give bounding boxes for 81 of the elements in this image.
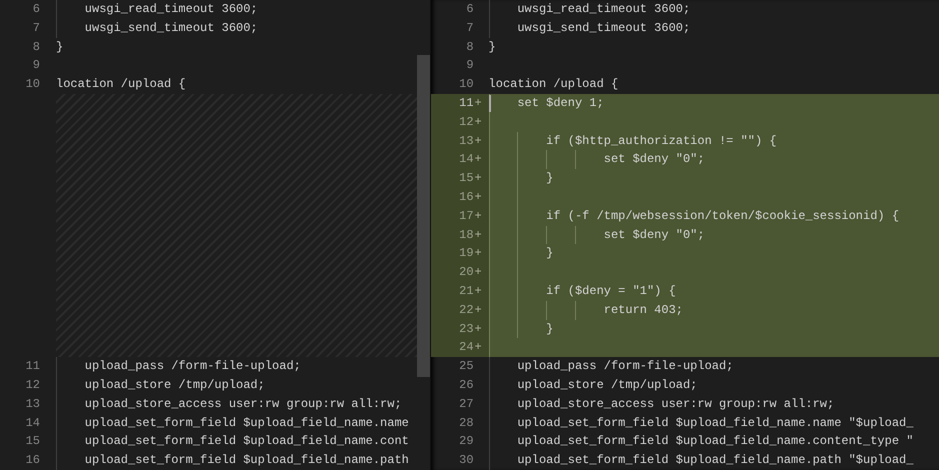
line-number: 16 [24, 452, 41, 470]
code-line: location /upload { [56, 77, 186, 92]
line-number: 6 [32, 1, 41, 18]
code-line: upload_store /tmp/upload; [84, 378, 265, 392]
code-line: if (-f /tmp/websession/token/$cookie_sessionid) { [545, 208, 900, 223]
code-line: upload_store_access user:rw group:rw all:rw; [84, 396, 402, 411]
line-number: 13 [24, 396, 41, 413]
line-number: 9 [32, 57, 41, 74]
code-line: upload_set_form_field $upload_field_name.name [84, 416, 409, 430]
line-number: 17 [458, 208, 474, 225]
added-marker: + [474, 94, 483, 112]
line-number: 23 [458, 320, 474, 338]
code-line: } [545, 246, 554, 260]
code-line: uwsgi_send_timeout 3600; [516, 20, 690, 35]
added-marker: + [474, 151, 483, 168]
code-line: } [545, 171, 554, 186]
added-marker: + [474, 245, 483, 262]
line-number: 7 [465, 20, 474, 37]
code-line: upload_set_form_field $upload_field_name.path [84, 453, 409, 468]
line-number: 27 [458, 396, 474, 413]
line-number: 11 [458, 94, 474, 112]
added-marker: + [474, 208, 483, 225]
code-line: upload_set_form_field $upload_field_name.content_type " [516, 434, 914, 448]
line-number: 16 [458, 188, 474, 206]
line-number: 14 [458, 151, 474, 168]
added-marker: + [474, 302, 483, 319]
code-line: set $deny "0"; [602, 152, 705, 166]
added-marker: + [474, 282, 483, 300]
code-line: upload_store /tmp/upload; [516, 378, 698, 392]
code-line: uwsgi_read_timeout 3600; [84, 2, 258, 16]
line-number: 7 [32, 20, 41, 37]
line-number: 10 [458, 76, 474, 94]
code-line: upload_pass /form-file-upload; [516, 359, 734, 374]
line-number: 15 [458, 170, 474, 188]
code-line: location /upload { [488, 77, 618, 92]
scrollbar-thumb[interactable] [416, 55, 430, 377]
added-marker: + [474, 170, 483, 188]
code-line: upload_store_access user:rw group:rw all:rw; [516, 396, 834, 411]
line-number: 29 [458, 433, 474, 450]
code-line: upload_set_form_field $upload_field_name.cont [84, 434, 409, 448]
code-line: uwsgi_read_timeout 3600; [516, 2, 690, 16]
code-line: set $deny "0"; [602, 228, 705, 242]
code-line: upload_pass /form-file-upload; [84, 359, 301, 374]
line-number: 15 [24, 433, 41, 450]
added-marker: + [474, 226, 483, 244]
line-number: 13 [458, 132, 474, 150]
line-number: 18 [458, 226, 474, 244]
code-line: set $deny 1; [516, 96, 604, 110]
code-line: upload_set_form_field $upload_field_name.name "$upload_ [516, 416, 914, 430]
added-marker: + [474, 114, 483, 131]
line-number: 6 [465, 1, 474, 18]
added-marker: + [474, 188, 483, 206]
added-marker: + [474, 320, 483, 338]
line-number: 8 [465, 38, 474, 56]
line-number: 30 [458, 452, 474, 470]
line-number: 21 [458, 282, 474, 300]
code-line: } [545, 322, 554, 336]
line-number: 8 [32, 38, 41, 56]
code-line: uwsgi_send_timeout 3600; [84, 20, 258, 35]
line-number: 10 [24, 76, 41, 94]
code-line: return 403; [602, 302, 683, 317]
code-line: upload_set_form_field $upload_field_name.path "$upload_ [516, 453, 914, 468]
line-number: 14 [24, 414, 41, 432]
code-line: if ($http_authorization != "") { [545, 134, 777, 148]
code-line: if ($deny = "1") { [545, 284, 676, 298]
added-marker: + [474, 264, 483, 282]
line-number: 25 [458, 358, 474, 376]
line-number: 9 [465, 57, 474, 74]
line-number: 12 [24, 376, 41, 394]
code-line: } [488, 40, 496, 54]
line-number: 24 [458, 339, 474, 356]
line-number: 11 [24, 358, 41, 376]
line-number: 26 [458, 376, 474, 394]
line-number: 20 [458, 264, 474, 282]
line-number: 28 [458, 414, 474, 432]
added-marker: + [474, 339, 483, 356]
code-line: } [56, 40, 64, 54]
added-marker: + [474, 132, 483, 150]
line-number: 19 [458, 245, 474, 262]
line-number: 22 [458, 302, 474, 319]
line-number: 12 [458, 114, 474, 131]
